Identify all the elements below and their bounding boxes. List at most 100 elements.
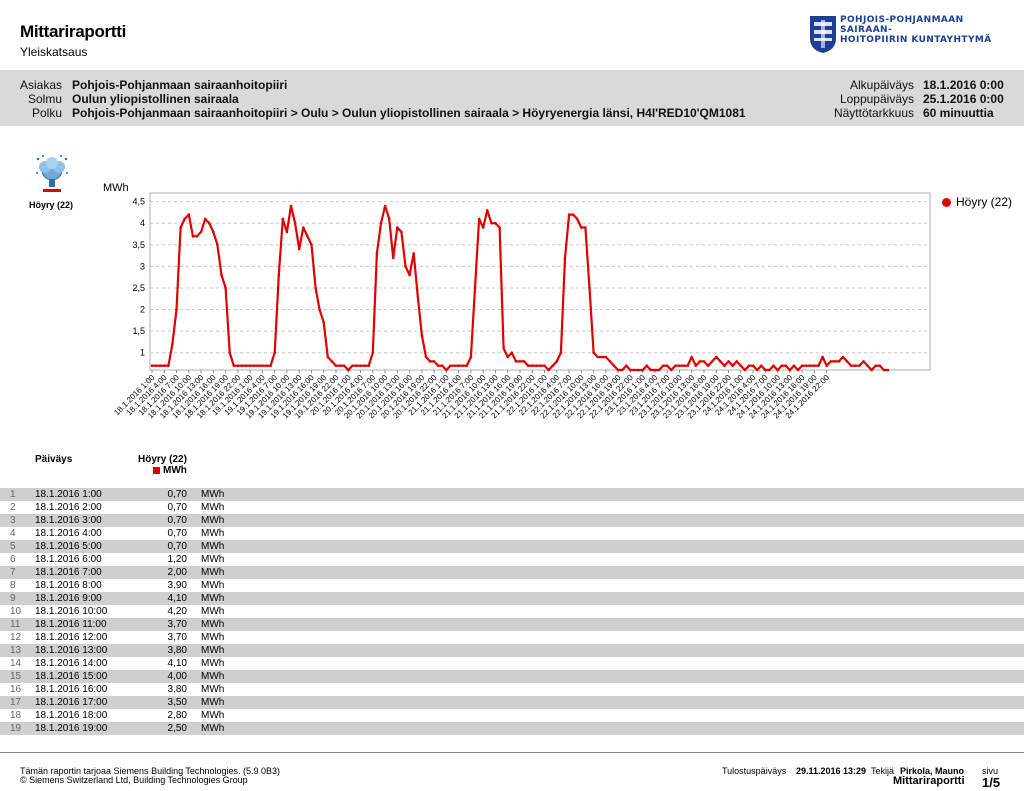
table-row: 1 18.1.2016 1:00 0,70 MWh [0,488,1024,501]
data-point [670,368,673,372]
data-point [841,355,845,359]
data-point [371,351,375,355]
row-value: 4,10 [167,658,187,669]
data-point [854,364,857,368]
row-unit: MWh [201,502,225,513]
data-point [727,360,730,363]
row-date: 18.1.2016 7:00 [35,567,102,578]
data-point [220,273,223,277]
data-point [747,364,751,368]
row-number: 16 [10,684,22,695]
row-value: 3,50 [167,697,187,708]
row-date: 18.1.2016 10:00 [35,606,108,617]
row-number: 10 [10,606,22,617]
data-point [870,368,873,372]
data-point [408,273,411,277]
data-point [486,209,489,212]
data-point [796,368,800,372]
data-point [821,355,824,359]
data-point [412,252,416,255]
data-point [739,364,743,368]
row-unit: MWh [201,671,225,682]
row-date: 18.1.2016 12:00 [35,632,108,643]
table-row: 5 18.1.2016 5:00 0,70 MWh [0,540,1024,553]
data-point [813,364,816,368]
data-point [514,360,518,363]
data-point [252,364,256,368]
row-number: 15 [10,671,22,682]
y-axis-label: MWh [103,182,129,194]
data-point [776,368,779,372]
data-point [686,364,689,368]
row-value: 0,70 [167,489,187,500]
data-point [400,230,403,234]
row-unit: MWh [201,541,225,552]
row-number: 9 [10,593,16,604]
row-number: 13 [10,645,22,656]
data-point [759,364,763,368]
data-point [702,360,706,363]
data-point [735,360,738,363]
row-number: 4 [10,528,16,539]
row-value: 0,70 [167,515,187,526]
y-tick-label: 3,5 [132,240,145,250]
legend-label: Höyry (22) [956,195,1013,209]
data-point [719,360,722,363]
table-row: 3 18.1.2016 3:00 0,70 MWh [0,514,1024,527]
row-number: 12 [10,632,22,643]
data-point [158,364,162,368]
data-point [678,364,681,368]
data-point [289,204,293,208]
row-unit: MWh [201,580,225,591]
data-point [281,217,285,221]
row-number: 8 [10,580,16,591]
data-point [764,368,767,372]
table-row: 13 18.1.2016 13:00 3,80 MWh [0,644,1024,657]
y-tick-label: 3 [140,261,145,271]
row-unit: MWh [201,554,225,565]
data-point [592,351,595,355]
data-point [637,368,640,372]
data-point [665,364,669,368]
data-point [183,217,186,221]
data-point [612,364,616,368]
row-number: 2 [10,502,16,513]
data-point [175,308,178,311]
row-unit: MWh [201,710,225,721]
data-point [788,368,792,372]
data-point [154,364,158,368]
data-point [445,368,448,372]
data-point [191,234,195,238]
data-point [784,364,788,368]
data-point [800,364,804,368]
data-point [179,226,182,229]
y-tick-label: 2,5 [132,283,145,293]
row-date: 18.1.2016 13:00 [35,645,108,656]
row-number: 7 [10,567,16,578]
data-point [351,364,354,368]
data-point [833,360,837,363]
data-point [367,364,371,368]
row-number: 3 [10,515,16,526]
row-value: 0,70 [167,502,187,513]
row-unit: MWh [201,489,225,500]
row-number: 18 [10,710,22,721]
row-date: 18.1.2016 6:00 [35,554,102,565]
row-number: 11 [10,619,21,630]
y-tick-label: 4 [140,218,145,228]
row-unit: MWh [201,528,225,539]
data-point [584,226,587,229]
data-point [629,368,632,372]
data-point [265,364,268,368]
data-point [273,351,277,355]
row-date: 18.1.2016 9:00 [35,593,102,604]
data-point [817,364,820,368]
data-point [432,360,436,363]
line-chart: 11,522,533,544,5MWh18.1.2016 1:0018.1.20… [103,182,931,420]
data-point [608,360,612,363]
y-tick-label: 4,5 [132,197,145,207]
row-date: 18.1.2016 11:00 [35,619,107,630]
table-row: 6 18.1.2016 6:00 1,20 MWh [0,553,1024,566]
table-row: 19 18.1.2016 19:00 2,50 MWh [0,722,1024,735]
footer-line-2: © Siemens Switzerland Ltd, Building Tech… [20,775,248,785]
